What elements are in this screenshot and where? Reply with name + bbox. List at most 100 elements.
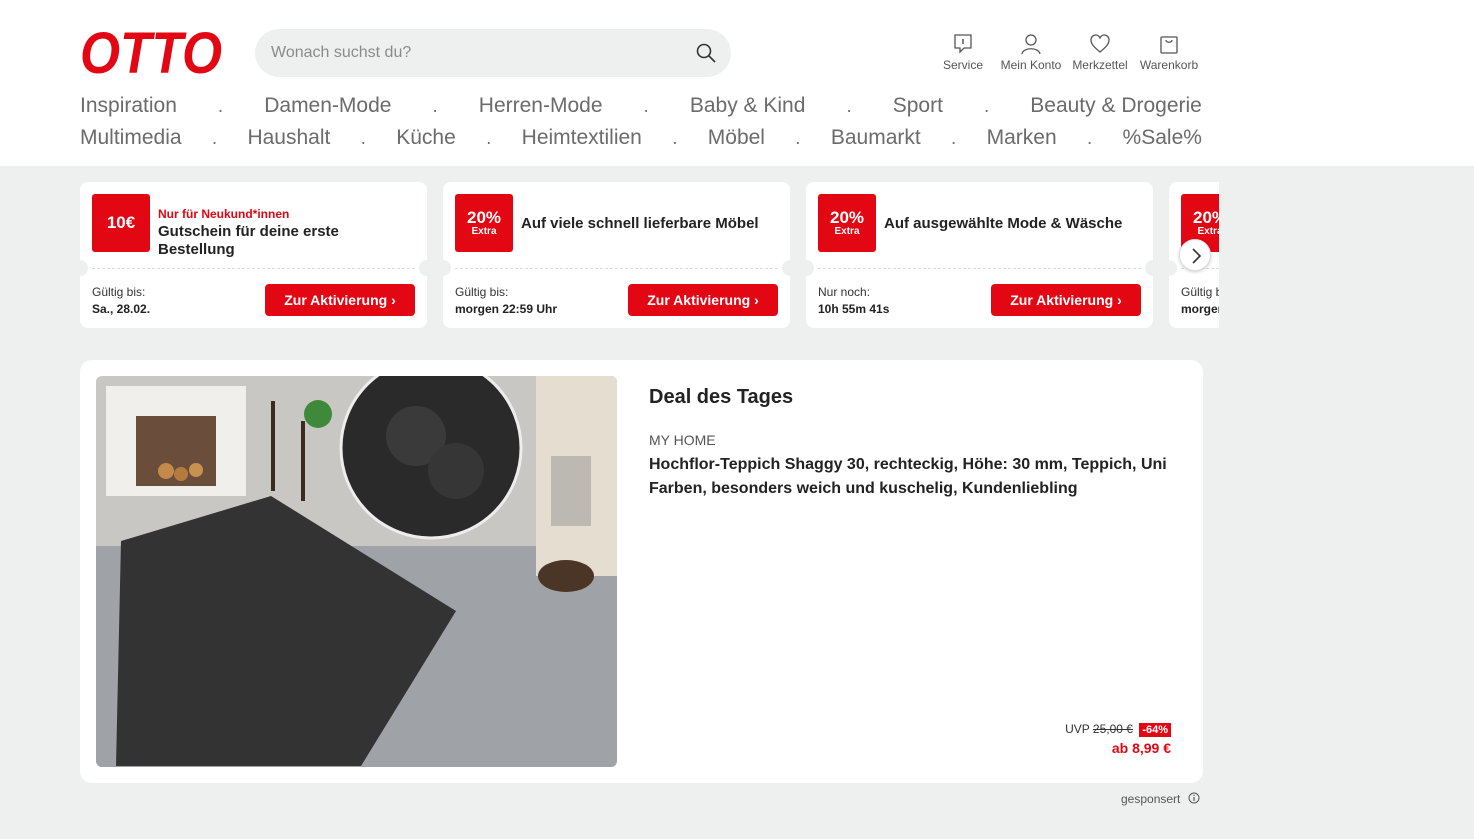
nav-item-kueche[interactable]: Küche — [396, 126, 456, 150]
coupon-badge-value: 20% — [466, 208, 502, 227]
coupon-valid-value: morgen — [1181, 302, 1219, 316]
price-block: UVP 25,00 € -64% ab 8,99 € — [1065, 722, 1171, 756]
sponsored-text: gesponsert — [1121, 792, 1181, 806]
coupon-notch — [80, 260, 88, 276]
service-icon — [954, 34, 972, 54]
carousel-next-button[interactable] — [1179, 239, 1211, 271]
nav-item-sale[interactable]: %Sale% — [1123, 126, 1202, 150]
coupon-title-block: Nur für Neukund*innen Gutschein für dein… — [158, 205, 415, 259]
cart-icon — [1160, 36, 1178, 54]
header-cart[interactable]: Warenkorb — [1135, 33, 1203, 72]
nav-item-baby-kind[interactable]: Baby & Kind — [690, 94, 806, 118]
chevron-right-icon — [1192, 248, 1202, 264]
nav-separator: . — [795, 127, 801, 148]
activate-button[interactable]: Zur Aktivierung › — [265, 284, 415, 316]
nav-item-baumarkt[interactable]: Baumarkt — [831, 126, 921, 150]
coupon-divider — [818, 268, 1141, 269]
page-header: OTTO Wonach suchst du? Service Mein Kont… — [0, 0, 1474, 166]
current-price: ab 8,99 € — [1111, 740, 1171, 756]
coupon-divider — [92, 268, 415, 269]
header-service-label: Service — [942, 58, 983, 72]
nav-item-multimedia[interactable]: Multimedia — [80, 126, 182, 150]
nav-separator: . — [1087, 127, 1093, 148]
coupon-badge: 10€ — [92, 194, 150, 252]
coupon-badge-extra: Extra — [471, 226, 497, 237]
header-wishlist[interactable]: Merkzettel — [1068, 33, 1132, 72]
product-name[interactable]: Hochflor-Teppich Shaggy 30, rechteckig, … — [649, 453, 1179, 501]
coupon-notch — [1161, 260, 1177, 276]
nav-item-beauty-drogerie[interactable]: Beauty & Drogerie — [1030, 94, 1202, 118]
coupon-notch — [419, 260, 435, 276]
coupon-badge-value: 20% — [1192, 208, 1219, 227]
nav-row-2: Multimedia . Haushalt . Küche . Heimtext… — [80, 122, 1202, 154]
coupon-badge-extra: Extra — [834, 226, 860, 237]
coupon-badge-extra: Extra — [1197, 226, 1219, 237]
discount-badge: -64% — [1139, 723, 1171, 737]
deal-of-the-day-card[interactable]: Deal des Tages MY HOME Hochflor-Teppich … — [80, 360, 1203, 783]
coupon-card[interactable]: 10€ Nur für Neukund*innen Gutschein für … — [80, 182, 435, 328]
coupon-valid-label: Gültig bis: — [1181, 285, 1219, 299]
coupon-title: Auf ausgewählte Mode & Wäsche — [884, 215, 1123, 232]
coupon-badge: 20% Extra — [455, 194, 513, 252]
coupon-tagline: Nur für Neukund*innen — [158, 207, 290, 221]
user-icon — [1021, 34, 1041, 55]
search-icon[interactable] — [695, 42, 717, 64]
coupon-card[interactable]: 20% Extra Auf ausgewählte Mode & Wäsche … — [798, 182, 1161, 328]
nav-separator: . — [643, 95, 649, 116]
coupon-card[interactable]: 20% Extra Auf viele schnell lieferbare M… — [435, 182, 798, 328]
header-account[interactable]: Mein Konto — [997, 33, 1065, 72]
main-content: 10€ Nur für Neukund*innen Gutschein für … — [0, 166, 1474, 839]
header-cart-label: Warenkorb — [1139, 58, 1199, 72]
activate-button[interactable]: Zur Aktivierung › — [991, 284, 1141, 316]
sponsored-label[interactable]: gesponsert — [1121, 792, 1200, 806]
coupon-carousel: 10€ Nur für Neukund*innen Gutschein für … — [80, 182, 1219, 328]
coupon-badge: 20% Extra — [818, 194, 876, 252]
nav-item-heimtextilien[interactable]: Heimtextilien — [522, 126, 642, 150]
coupon-notch — [1145, 260, 1161, 276]
nav-separator: . — [846, 95, 852, 116]
nav-separator: . — [984, 95, 990, 116]
coupon-notch — [798, 260, 814, 276]
coupon-valid-label: Gültig bis: — [92, 285, 146, 299]
nav-item-inspiration[interactable]: Inspiration — [80, 94, 177, 118]
coupon-valid-value: Sa., 28.02. — [92, 302, 151, 316]
nav-separator: . — [360, 127, 366, 148]
chevron-right-icon: › — [391, 292, 396, 308]
chevron-right-icon: › — [1117, 292, 1122, 308]
nav-item-haushalt[interactable]: Haushalt — [247, 126, 330, 150]
nav-separator: . — [218, 95, 224, 116]
activate-button-label: Zur Aktivierung — [1010, 292, 1114, 308]
uvp-row: UVP 25,00 € -64% — [1065, 722, 1171, 737]
activate-button-label: Zur Aktivierung — [647, 292, 751, 308]
info-icon[interactable] — [1188, 792, 1200, 804]
coupon-valid-value: morgen 22:59 Uhr — [455, 302, 558, 316]
otto-logo[interactable]: OTTO — [80, 26, 222, 78]
coupon-title: Gutschein für deine erste Bestellung — [158, 223, 339, 258]
deal-heading: Deal des Tages — [649, 386, 794, 408]
coupon-valid-value: 10h 55m 41s — [818, 302, 890, 316]
nav-item-sport[interactable]: Sport — [893, 94, 943, 118]
product-image[interactable] — [96, 376, 617, 767]
nav-item-damen-mode[interactable]: Damen-Mode — [264, 94, 391, 118]
nav-separator: . — [432, 95, 438, 116]
nav-item-marken[interactable]: Marken — [987, 126, 1057, 150]
heart-icon — [1090, 34, 1110, 53]
nav-separator: . — [486, 127, 492, 148]
coupon-notch — [782, 260, 798, 276]
product-brand: MY HOME — [649, 432, 716, 448]
nav-row-1: Inspiration . Damen-Mode . Herren-Mode .… — [80, 90, 1202, 122]
coupon-badge-value: 20% — [829, 208, 865, 227]
main-navigation: Inspiration . Damen-Mode . Herren-Mode .… — [80, 90, 1202, 154]
coupon-notch — [435, 260, 451, 276]
coupon-valid-label: Nur noch: — [818, 285, 871, 299]
nav-separator: . — [951, 127, 957, 148]
nav-item-moebel[interactable]: Möbel — [708, 126, 765, 150]
search-bar[interactable]: Wonach suchst du? — [255, 29, 731, 77]
activate-button[interactable]: Zur Aktivierung › — [628, 284, 778, 316]
nav-separator: . — [672, 127, 678, 148]
activate-button-label: Zur Aktivierung — [284, 292, 388, 308]
nav-item-herren-mode[interactable]: Herren-Mode — [479, 94, 603, 118]
header-service[interactable]: Service — [938, 33, 988, 72]
uvp-label: UVP — [1065, 722, 1090, 736]
logo-text: OTTO — [80, 26, 222, 78]
